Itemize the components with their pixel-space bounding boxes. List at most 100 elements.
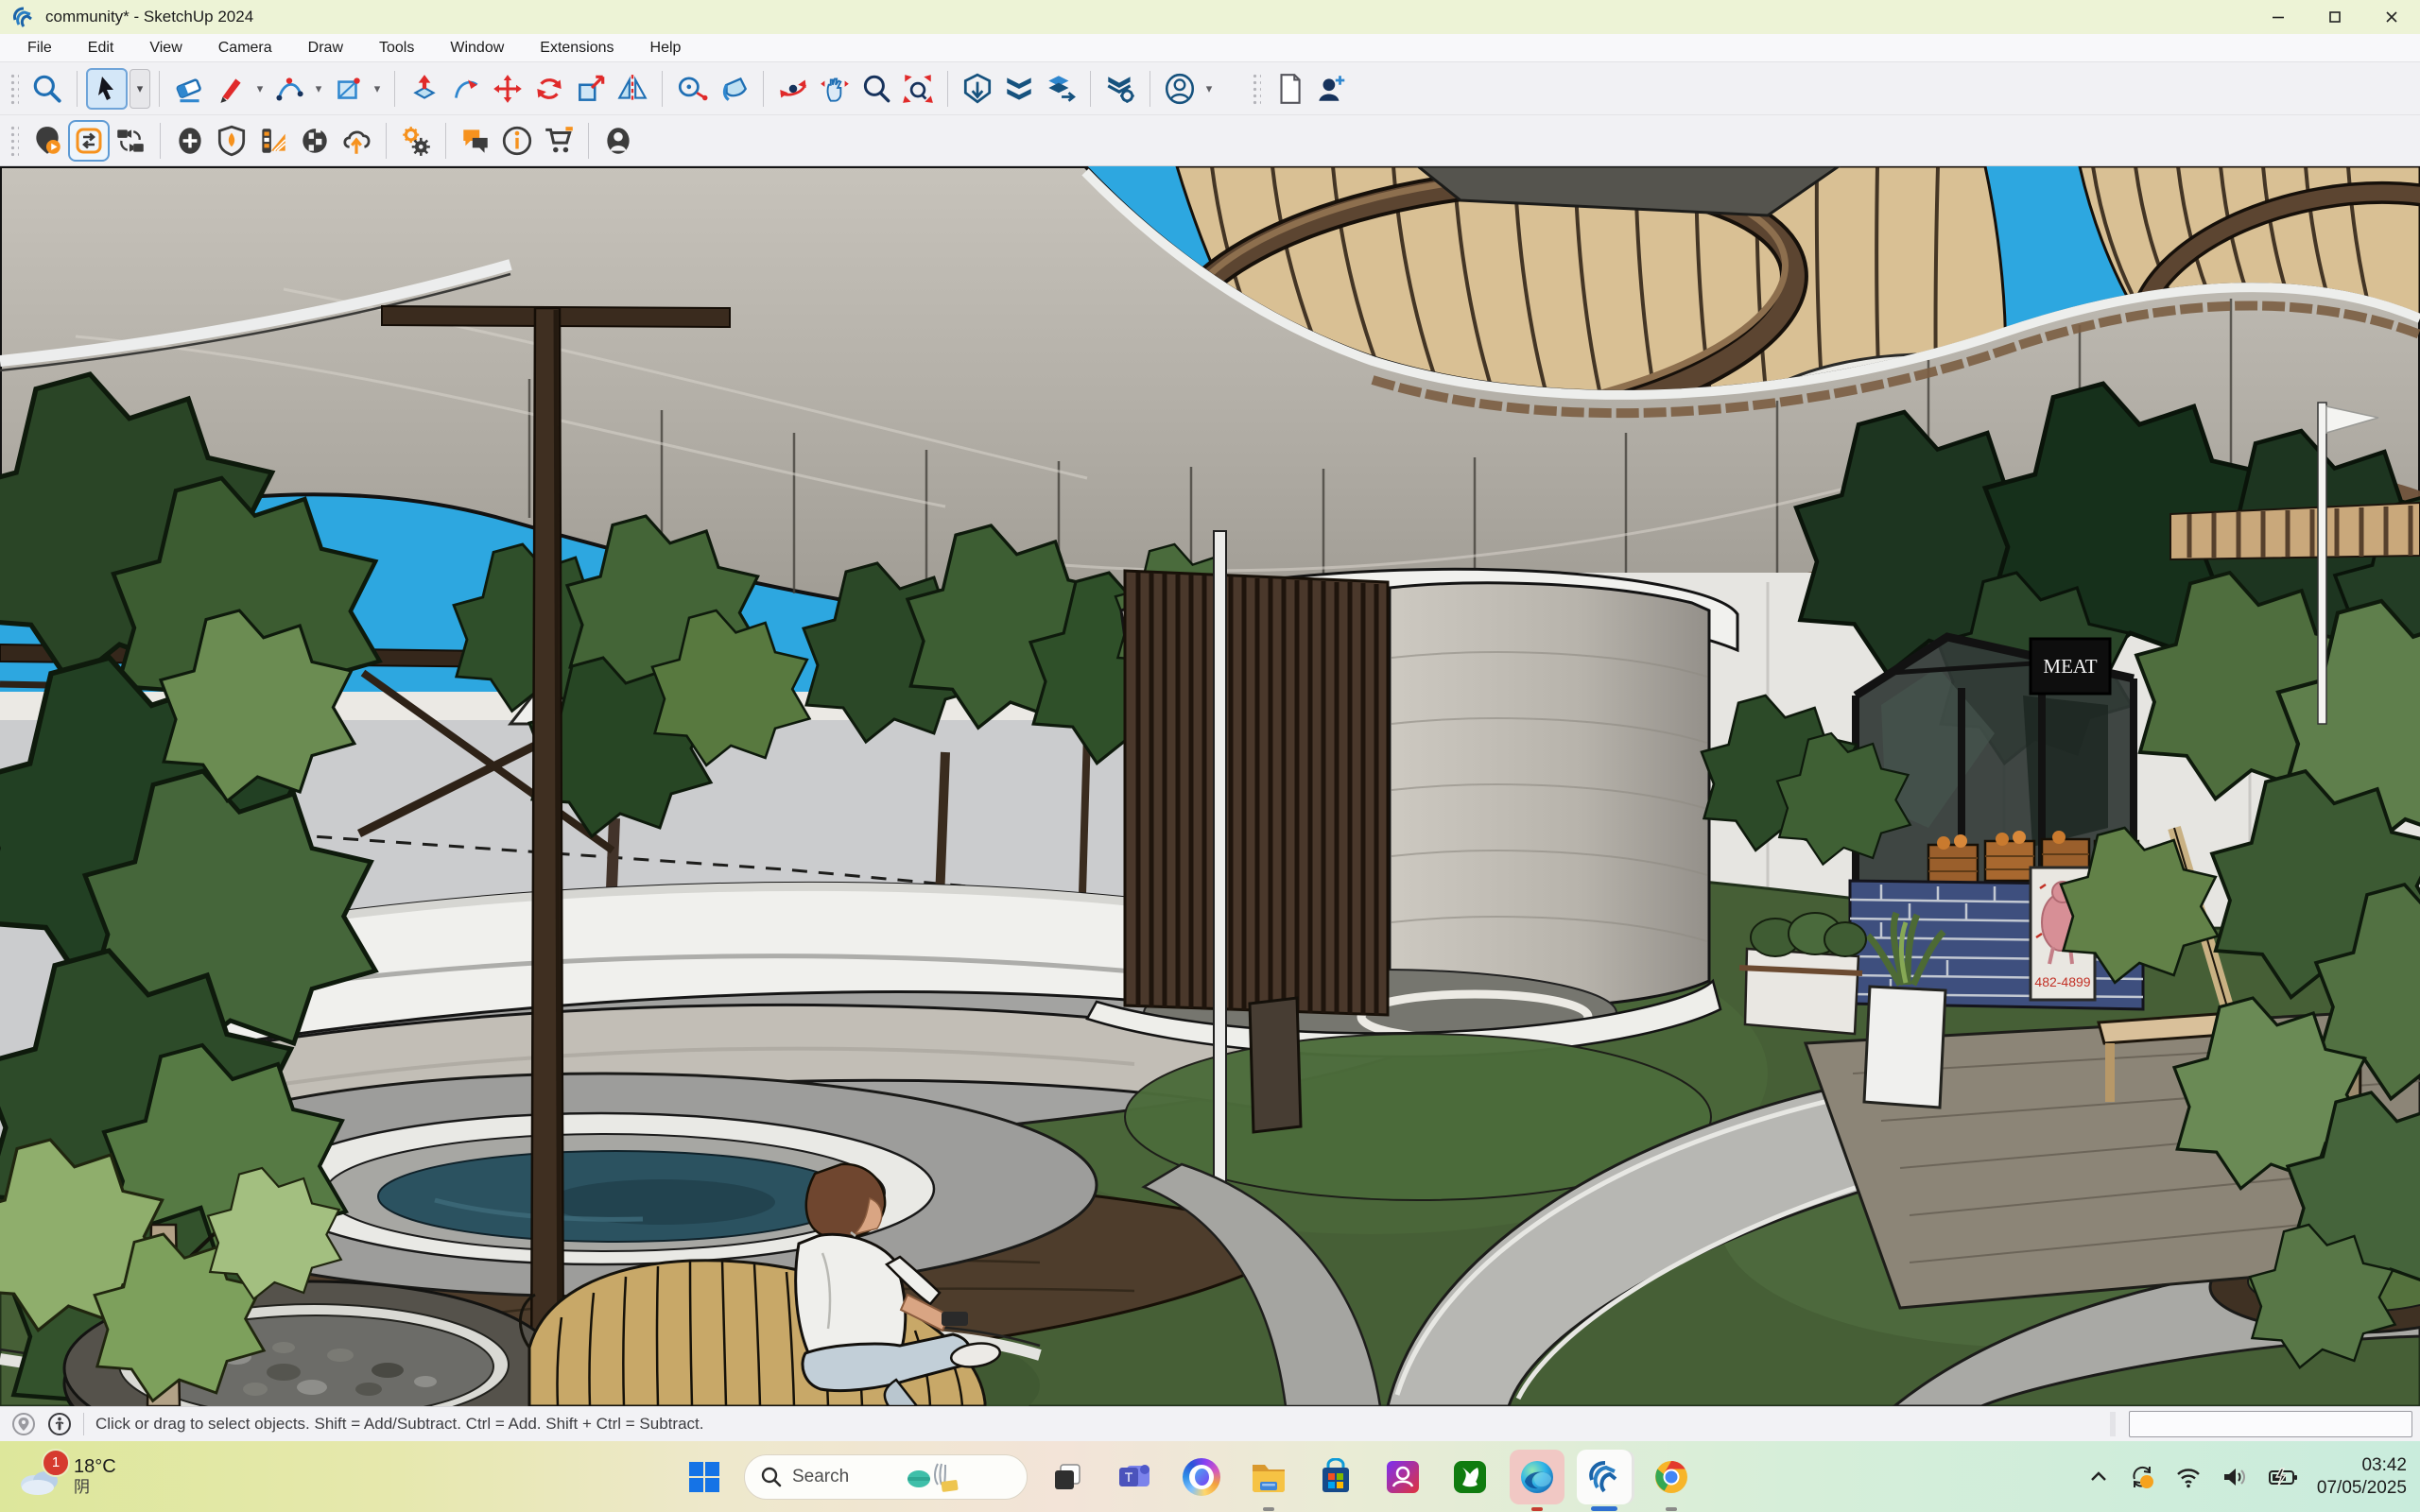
select-tool-dropdown[interactable]: ▾ [130,69,150,109]
close-button[interactable] [2363,0,2420,34]
toolbar-grip-2[interactable] [1252,73,1261,105]
microsoft-store-icon[interactable] [1308,1450,1363,1504]
push-pull-tool-icon[interactable] [404,68,445,110]
people-app-icon[interactable] [1375,1450,1430,1504]
move-tool-icon[interactable] [487,68,528,110]
attribution-icon[interactable] [47,1412,72,1436]
tape-measure-tool-icon[interactable] [671,68,713,110]
weather-widget[interactable]: 1 18°C 阴 [15,1456,677,1498]
rotate-tool-icon[interactable] [528,68,570,110]
rectangle-tool-icon[interactable] [327,68,369,110]
menu-help[interactable]: Help [632,34,700,62]
toolbar2-grip[interactable] [9,125,19,157]
scale-tool-icon[interactable] [570,68,612,110]
eraser-tool-icon[interactable] [168,68,210,110]
toolbar-grip[interactable] [9,73,19,105]
zoom-tool-icon[interactable] [856,68,897,110]
geolocation-icon[interactable] [11,1412,36,1436]
feedback-icon[interactable] [455,120,496,162]
pan-tool-icon[interactable] [814,68,856,110]
menu-edit[interactable]: Edit [70,34,132,62]
arc-tool-dropdown[interactable]: ▾ [310,70,327,108]
scene-hedge-planter [1739,913,1866,1034]
arc-tool-icon[interactable] [268,68,310,110]
hidden-icons-chevron[interactable] [2088,1467,2109,1487]
asset-library-icon[interactable] [294,120,336,162]
enscape-account-icon[interactable] [597,120,639,162]
wifi-icon[interactable] [2175,1464,2202,1490]
sync-status-icon[interactable] [2128,1463,2156,1491]
kiosk-sign-text: MEAT [2043,655,2097,678]
battery-icon[interactable] [2268,1465,2298,1489]
status-message: Click or drag to select objects. Shift =… [95,1415,703,1434]
clock-date: 07/05/2025 [2317,1477,2407,1500]
cloud-upload-icon[interactable] [336,120,377,162]
menu-extensions[interactable]: Extensions [522,34,631,62]
menu-bar: File Edit View Camera Draw Tools Window … [0,34,2420,62]
file-explorer-icon[interactable] [1241,1450,1296,1504]
zoom-extents-tool-icon[interactable] [897,68,939,110]
share-model-icon[interactable] [1040,68,1081,110]
task-view-button[interactable] [1040,1450,1095,1504]
search-highlight-image [906,1460,960,1494]
orbit-tool-icon[interactable] [772,68,814,110]
taskbar-search[interactable]: Search [744,1454,1028,1500]
sketchup-window: community* - SketchUp 2024 File Edit Vie… [0,0,2420,1512]
secondary-toolbar [0,115,2420,166]
edge-icon[interactable] [1510,1450,1564,1504]
weather-condition: 阴 [74,1478,116,1497]
scene-timber-post [531,308,563,1400]
volume-icon[interactable] [2221,1464,2249,1490]
new-document-icon[interactable] [1269,68,1310,110]
invite-icon[interactable] [1310,68,1352,110]
sketchup-taskbar-icon[interactable] [1577,1450,1632,1504]
flip-tool-icon[interactable] [612,68,653,110]
line-tool-icon[interactable] [210,68,251,110]
minimize-button[interactable] [2250,0,2307,34]
menu-file[interactable]: File [9,34,70,62]
menu-draw[interactable]: Draw [290,34,361,62]
menu-camera[interactable]: Camera [200,34,290,62]
window-title: community* - SketchUp 2024 [45,8,253,26]
sign-in-dropdown[interactable]: ▾ [1201,70,1218,108]
xbox-icon[interactable] [1443,1450,1497,1504]
scene-white-pole [1214,531,1226,1193]
chrome-icon[interactable] [1644,1450,1699,1504]
measurements-input[interactable] [2129,1411,2412,1437]
follow-me-tool-icon[interactable] [445,68,487,110]
3d-warehouse-icon[interactable] [957,68,998,110]
visual-settings-icon[interactable] [395,120,437,162]
teams-icon[interactable]: T [1107,1450,1162,1504]
menu-window[interactable]: Window [432,34,522,62]
synchronize-updates-icon[interactable] [68,120,110,162]
add-entity-icon[interactable] [169,120,211,162]
paint-bucket-tool-icon[interactable] [713,68,754,110]
status-bar: Click or drag to select objects. Shift =… [0,1406,2420,1441]
select-tool-icon[interactable] [86,68,128,110]
3d-viewport[interactable]: MEAT 482-4899 [0,166,2420,1406]
start-button[interactable] [677,1450,732,1504]
material-editor-icon[interactable] [252,120,294,162]
maximize-button[interactable] [2307,0,2363,34]
enscape-render-icon[interactable] [26,120,68,162]
copilot-icon[interactable] [1174,1450,1229,1504]
camera-synchronization-icon[interactable] [110,120,151,162]
taskbar-clock[interactable]: 03:42 07/05/2025 [2317,1454,2407,1500]
menu-tools[interactable]: Tools [361,34,432,62]
about-enscape-icon[interactable] [496,120,538,162]
system-tray: 03:42 07/05/2025 [2088,1454,2407,1500]
menu-view[interactable]: View [131,34,199,62]
sketchup-search-icon[interactable] [26,68,68,110]
rectangle-tool-dropdown[interactable]: ▾ [369,70,386,108]
sign-in-icon[interactable] [1159,68,1201,110]
extension-warehouse-icon[interactable] [998,68,1040,110]
scene-cylinder-pavilion [1087,569,1737,1200]
enscape-store-icon[interactable] [538,120,579,162]
search-icon [760,1466,783,1488]
weather-cloud-icon: 1 [15,1456,64,1498]
line-tool-dropdown[interactable]: ▾ [251,70,268,108]
search-placeholder: Search [792,1467,849,1487]
extension-manager-icon[interactable] [1099,68,1141,110]
primary-toolbar: ▾ ▾ ▾ ▾ ▾ [0,62,2420,115]
enscape-favorites-icon[interactable] [211,120,252,162]
